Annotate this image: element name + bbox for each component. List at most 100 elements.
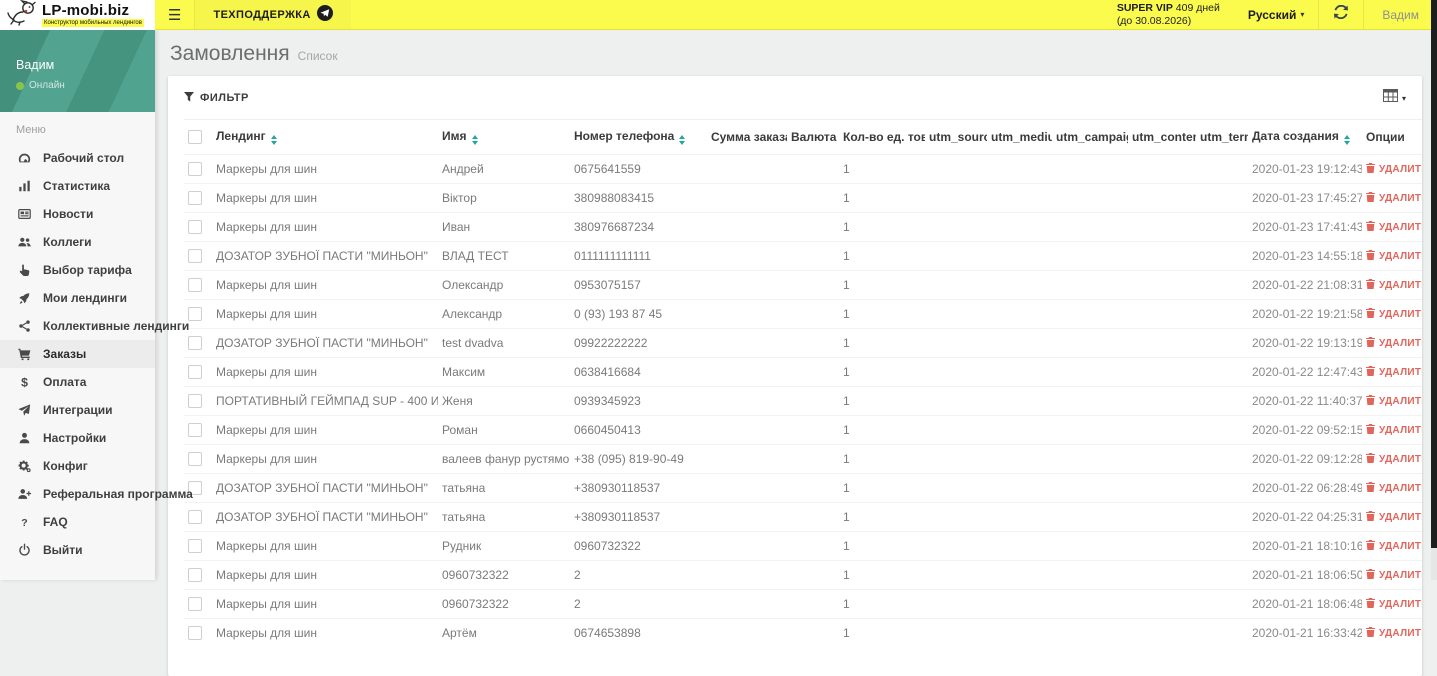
support-button[interactable]: ТЕХПОДДЕРЖКА bbox=[195, 0, 350, 29]
delete-button[interactable]: УДАЛИТЬ bbox=[1366, 627, 1422, 640]
cell-currency bbox=[787, 270, 839, 300]
filter-icon bbox=[184, 91, 194, 105]
row-checkbox[interactable] bbox=[188, 278, 202, 292]
page-scrollbar[interactable] bbox=[1431, 0, 1437, 580]
row-checkbox[interactable] bbox=[188, 191, 202, 205]
delete-button[interactable]: УДАЛИТЬ bbox=[1366, 250, 1422, 263]
cell-name: 0960732322 bbox=[438, 560, 570, 590]
row-checkbox[interactable] bbox=[188, 365, 202, 379]
row-checkbox[interactable] bbox=[188, 162, 202, 176]
delete-button[interactable]: УДАЛИТЬ bbox=[1366, 598, 1422, 611]
cell-created: 2020-01-22 04:25:31 bbox=[1248, 502, 1362, 532]
sort-icon bbox=[679, 135, 686, 145]
delete-button[interactable]: УДАЛИТЬ bbox=[1366, 192, 1422, 205]
trash-icon bbox=[1366, 569, 1375, 582]
row-checkbox[interactable] bbox=[188, 452, 202, 466]
column-header-0[interactable]: Лендинг bbox=[212, 119, 438, 155]
row-checkbox[interactable] bbox=[188, 307, 202, 321]
delete-button[interactable]: УДАЛИТЬ bbox=[1366, 366, 1422, 379]
row-checkbox[interactable] bbox=[188, 394, 202, 408]
sidebar-item-5[interactable]: Мои лендинги bbox=[0, 284, 155, 312]
row-checkbox[interactable] bbox=[188, 249, 202, 263]
delete-button[interactable]: УДАЛИТЬ bbox=[1366, 540, 1422, 553]
cell-created: 2020-01-23 17:45:27 bbox=[1248, 183, 1362, 213]
refresh-button[interactable] bbox=[1319, 0, 1363, 29]
logo[interactable]: LP-mobi.biz Конструктор мобильных лендин… bbox=[0, 0, 155, 30]
sidebar-item-6[interactable]: Коллективные лендинги bbox=[0, 312, 189, 340]
table-row: ДОЗАТОР ЗУБНОЇ ПАСТИ "МИНЬОН" татьяна +380… bbox=[184, 473, 1422, 503]
sidebar-item-13[interactable]: ? FAQ bbox=[0, 508, 155, 536]
delete-button[interactable]: УДАЛИТЬ bbox=[1366, 308, 1422, 321]
sidebar-item-10[interactable]: Настройки bbox=[0, 424, 155, 452]
cell-name: 0960732322 bbox=[438, 589, 570, 619]
sidebar: Вадим Онлайн Меню Рабочий стол Статистика… bbox=[0, 30, 193, 580]
cell-utm_content bbox=[1128, 299, 1196, 329]
columns-toggle-button[interactable]: ▾ bbox=[1382, 89, 1406, 107]
sidebar-item-label: Выйти bbox=[43, 543, 83, 557]
trash-icon bbox=[1366, 482, 1375, 495]
cell-qty: 1 bbox=[839, 328, 925, 358]
table-row: Маркеры для шин Рудник 0960732322 1 2020-01-… bbox=[184, 531, 1422, 561]
cell-utm_source bbox=[925, 473, 987, 503]
cell-utm_campaign bbox=[1052, 589, 1128, 619]
integrations-icon bbox=[16, 403, 32, 417]
select-all-checkbox[interactable] bbox=[188, 130, 202, 144]
sidebar-item-3[interactable]: Коллеги bbox=[0, 228, 155, 256]
delete-button[interactable]: УДАЛИТЬ bbox=[1366, 569, 1422, 582]
row-checkbox[interactable] bbox=[188, 626, 202, 640]
sidebar-item-11[interactable]: Конфиг bbox=[0, 452, 155, 480]
table-row: ПОРТАТИВНЫЙ ГЕЙМПАД SUP - 400 ИГР В 1Жен… bbox=[184, 386, 1422, 416]
delete-button[interactable]: УДАЛИТЬ bbox=[1366, 453, 1422, 466]
filter-button[interactable]: ФИЛЬТР bbox=[184, 91, 249, 105]
sidebar-item-7[interactable]: Заказы bbox=[0, 340, 155, 368]
sidebar-item-8[interactable]: $ Оплата bbox=[0, 368, 155, 396]
topbar-username[interactable]: Вадим bbox=[1364, 0, 1437, 29]
cell-qty: 1 bbox=[839, 241, 925, 271]
row-checkbox[interactable] bbox=[188, 336, 202, 350]
cell-currency bbox=[787, 473, 839, 503]
newspaper-icon bbox=[16, 207, 32, 221]
question-icon: ? bbox=[16, 515, 32, 529]
delete-button[interactable]: УДАЛИТЬ bbox=[1366, 279, 1422, 292]
cell-phone: +380930118537 bbox=[570, 502, 707, 532]
hamburger-menu-icon[interactable]: ☰ bbox=[155, 0, 194, 29]
sidebar-item-0[interactable]: Рабочий стол bbox=[0, 144, 155, 172]
delete-button[interactable]: УДАЛИТЬ bbox=[1366, 337, 1422, 350]
delete-button[interactable]: УДАЛИТЬ bbox=[1366, 424, 1422, 437]
column-header-11[interactable]: Дата создания bbox=[1248, 119, 1362, 155]
user-plus-icon bbox=[16, 487, 32, 501]
cell-name: Артём bbox=[438, 618, 570, 647]
cell-currency bbox=[787, 241, 839, 271]
row-checkbox[interactable] bbox=[188, 510, 202, 524]
sidebar-item-12[interactable]: Реферальная программа bbox=[0, 480, 193, 508]
row-checkbox[interactable] bbox=[188, 539, 202, 553]
delete-button[interactable]: УДАЛИТЬ bbox=[1366, 395, 1422, 408]
cell-currency bbox=[787, 212, 839, 242]
delete-button[interactable]: УДАЛИТЬ bbox=[1366, 163, 1422, 176]
cell-utm_content bbox=[1128, 212, 1196, 242]
language-selector[interactable]: Русский ▾ bbox=[1234, 0, 1319, 29]
trash-icon bbox=[1366, 308, 1375, 321]
delete-button[interactable]: УДАЛИТЬ bbox=[1366, 511, 1422, 524]
scrollbar-thumb[interactable] bbox=[1431, 0, 1437, 548]
trash-icon bbox=[1366, 279, 1375, 292]
sidebar-item-4[interactable]: Выбор тарифа bbox=[0, 256, 155, 284]
cell-utm_source bbox=[925, 154, 987, 184]
column-header-7: utm_medium bbox=[987, 119, 1052, 155]
sidebar-item-9[interactable]: Интеграции bbox=[0, 396, 155, 424]
cell-utm_medium bbox=[987, 473, 1052, 503]
column-header-2[interactable]: Номер телефона bbox=[570, 119, 707, 155]
column-header-1[interactable]: Имя bbox=[438, 119, 570, 155]
row-checkbox[interactable] bbox=[188, 423, 202, 437]
delete-button[interactable]: УДАЛИТЬ bbox=[1366, 221, 1422, 234]
sidebar-item-label: Реферальная программа bbox=[43, 487, 193, 501]
cell-utm_source bbox=[925, 328, 987, 358]
sidebar-item-14[interactable]: Выйти bbox=[0, 536, 155, 564]
column-header-5: Кол-во ед. товара bbox=[839, 119, 925, 155]
sidebar-item-1[interactable]: Статистика bbox=[0, 172, 155, 200]
cell-utm_term bbox=[1196, 415, 1248, 445]
delete-button[interactable]: УДАЛИТЬ bbox=[1366, 482, 1422, 495]
row-checkbox[interactable] bbox=[188, 220, 202, 234]
sidebar-item-2[interactable]: Новости bbox=[0, 200, 155, 228]
row-checkbox[interactable] bbox=[188, 597, 202, 611]
